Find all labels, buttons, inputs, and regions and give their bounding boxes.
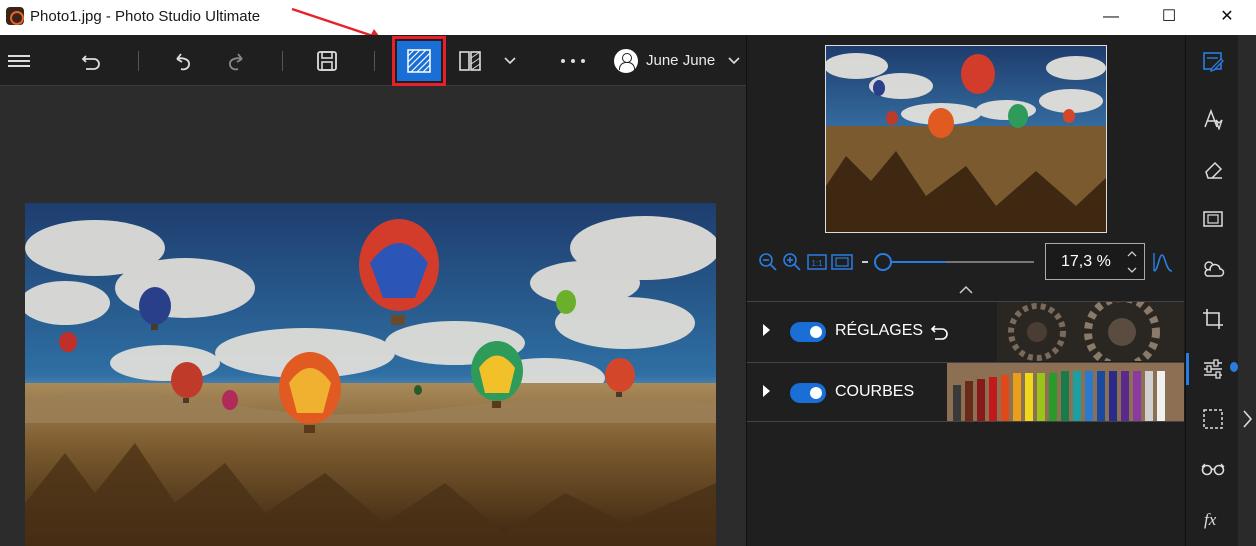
gears-banner [997, 302, 1184, 361]
zoom-value: 17,3 % [1061, 252, 1111, 270]
fx-icon[interactable]: fx [1186, 503, 1239, 535]
zoom-slider-track[interactable] [874, 261, 1034, 263]
title-bar: Photo1.jpg - Photo Studio Ultimate — ☐ ✕ [0, 0, 1256, 35]
panel-reglages[interactable]: RÉGLAGES [747, 301, 1184, 361]
hatch-compare-button[interactable] [392, 36, 446, 86]
maximize-button[interactable]: ☐ [1140, 0, 1198, 35]
fit-screen-icon[interactable] [831, 254, 853, 270]
panel-courbes[interactable]: COURBES [747, 362, 1184, 422]
zoom-stepper-icon[interactable] [1126, 248, 1138, 276]
close-button[interactable]: ✕ [1198, 0, 1256, 35]
user-menu[interactable]: June June [614, 35, 741, 86]
menu-icon[interactable] [4, 35, 34, 86]
selection-icon[interactable] [1186, 403, 1239, 435]
avatar [614, 48, 638, 73]
svg-text:1:1: 1:1 [811, 259, 823, 268]
zoom-out-icon[interactable] [758, 252, 778, 272]
histogram-icon[interactable] [1152, 251, 1174, 273]
revert-icon[interactable] [76, 35, 106, 86]
window-title: Photo1.jpg - Photo Studio Ultimate [30, 8, 261, 25]
edit-icon[interactable] [1186, 45, 1239, 77]
toolbar-separator [374, 51, 375, 71]
glasses-icon[interactable] [1186, 453, 1239, 485]
zoom-input[interactable]: 17,3 % [1045, 243, 1145, 280]
toolbar-separator [138, 51, 139, 71]
zoom-slider-thumb[interactable] [874, 253, 892, 271]
hatch-compare-icon [397, 41, 441, 81]
svg-text:fx: fx [1204, 510, 1217, 529]
active-tool-indicator [1186, 353, 1189, 385]
sidebar-expand-strip[interactable] [1238, 35, 1256, 546]
weather-icon[interactable] [1186, 253, 1239, 285]
eraser-icon[interactable] [1186, 153, 1239, 185]
undo-icon[interactable] [168, 35, 198, 86]
user-name: June June [646, 52, 716, 69]
zoom-in-icon[interactable] [782, 252, 802, 272]
chevron-right-icon[interactable] [1241, 409, 1253, 429]
reset-icon[interactable] [930, 322, 950, 342]
split-view-icon[interactable] [455, 35, 485, 86]
expand-arrow-icon[interactable] [763, 324, 770, 336]
toolbar-separator [282, 51, 283, 71]
navigator-thumbnail[interactable] [825, 45, 1107, 233]
sidebar-notification-dot [1230, 362, 1238, 372]
zoom-minus-mark [862, 261, 868, 263]
chevron-down-icon [728, 56, 740, 64]
expand-arrow-icon[interactable] [763, 385, 770, 397]
more-icon[interactable] [558, 35, 588, 86]
main-photo[interactable] [25, 203, 716, 546]
minimize-button[interactable]: — [1082, 0, 1140, 35]
chevron-down-icon[interactable] [500, 35, 520, 86]
app-logo-icon [6, 7, 24, 25]
tool-sidebar: fx [1185, 35, 1238, 546]
text-effect-icon[interactable] [1186, 103, 1239, 135]
reglages-toggle[interactable] [790, 322, 826, 342]
courbes-label: COURBES [835, 383, 915, 400]
actual-size-icon[interactable]: 1:1 [807, 254, 827, 270]
reglages-label: RÉGLAGES [835, 322, 924, 339]
collapse-navigator-icon[interactable] [958, 285, 974, 295]
pencils-banner [947, 363, 1184, 421]
frame-icon[interactable] [1186, 203, 1239, 235]
save-icon[interactable] [312, 35, 342, 86]
crop-icon[interactable] [1186, 303, 1239, 335]
courbes-toggle[interactable] [790, 383, 826, 403]
redo-icon[interactable] [221, 35, 251, 86]
